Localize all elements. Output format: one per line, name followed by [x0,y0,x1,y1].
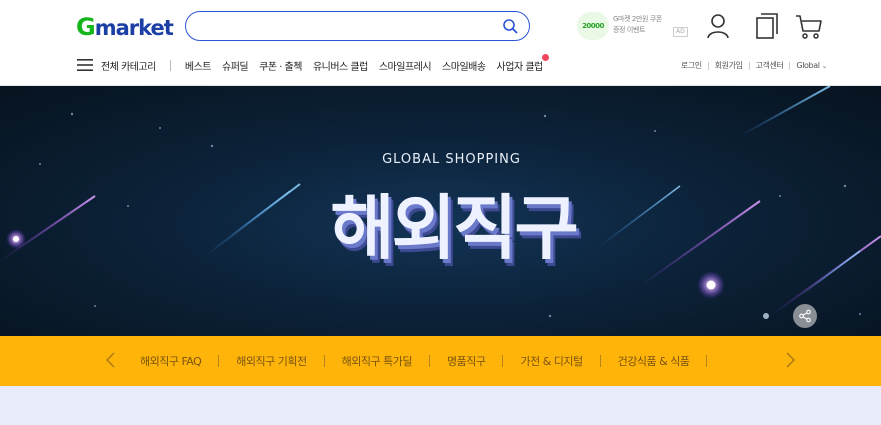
hamburger-menu-icon[interactable] [77,59,93,71]
login-link[interactable]: 로그인 [681,60,702,71]
coupon-badge: 20000 [577,12,609,40]
global-label: Global [796,61,820,70]
chevron-down-icon: ⌄ [821,62,828,70]
tab-special-deal[interactable]: 해외직구 특가딜 [342,353,413,369]
coupon-line-1: G마켓 2만원 쿠폰 [613,15,662,23]
coupon-line-2: 증정 이벤트 [613,26,646,34]
nav-item-coupon[interactable]: 쿠폰 · 출첵 [259,58,302,73]
gmarket-logo[interactable]: Gmarket [76,13,174,41]
tab-divider [599,355,601,367]
coupon-ad-banner[interactable]: 20000 G마켓 2만원 쿠폰 증정 이벤트 AD [577,11,688,41]
chevron-left-icon[interactable] [104,350,118,370]
all-categories-button[interactable]: 전체 카테고리 [101,58,156,73]
tab-divider [502,355,504,367]
coupon-text: G마켓 2만원 쿠폰 증정 이벤트 [613,14,677,36]
nav-item-smile-delivery[interactable]: 스마일배송 [442,58,486,73]
tab-divider [428,355,430,367]
nav-item-best[interactable]: 베스트 [185,58,212,73]
header: Gmarket 20000 G마켓 2만원 쿠폰 증정 이벤트 AD 전체 카테… [0,0,881,86]
util-divider [707,61,709,70]
ad-label: AD [673,27,688,37]
category-tab-bar: 해외직구 FAQ 해외직구 기획전 해외직구 특가딜 명품직구 가전 & 디지털… [0,336,881,386]
tab-divider [706,355,708,367]
search-input[interactable] [185,11,530,41]
utility-links: 로그인 회원가입 고객센터 Global ⌄ [681,60,828,71]
user-icon[interactable] [703,12,733,40]
category-tabs: 해외직구 FAQ 해외직구 기획전 해외직구 특가딜 명품직구 가전 & 디지털… [140,353,724,369]
nav-item-smile-fresh[interactable]: 스마일프레시 [379,58,432,73]
share-button[interactable] [793,304,817,328]
hero-title: 해외직구 [330,187,579,269]
tab-luxury[interactable]: 명품직구 [447,353,486,369]
logo-text: market [94,16,174,40]
util-divider [748,61,750,70]
hero-subtitle: GLOBAL SHOPPING [382,152,521,167]
tab-health-food[interactable]: 건강식품 & 식품 [618,353,690,369]
nav-item-superdeal[interactable]: 슈퍼딜 [222,58,249,73]
nav-item-business-club[interactable]: 사업자 클럽 [496,53,549,73]
hero-banner[interactable]: GLOBAL SHOPPING 해외직구 [0,86,881,336]
recent-icon[interactable] [752,12,782,40]
new-badge-dot [541,53,549,61]
search-icon[interactable] [502,18,518,34]
chevron-right-icon[interactable] [783,350,797,370]
logo-g: G [76,13,96,41]
cart-icon[interactable] [794,12,824,40]
nav-divider [169,59,171,71]
nav-item-universe-club[interactable]: 유니버스 클럽 [313,58,368,73]
content-area [0,386,881,425]
tab-divider [218,355,220,367]
global-link[interactable]: Global ⌄ [796,61,827,70]
nav-item-business-club-label: 사업자 클럽 [496,61,544,73]
tab-divider [323,355,325,367]
tab-faq[interactable]: 해외직구 FAQ [140,353,202,369]
customer-center-link[interactable]: 고객센터 [756,60,784,71]
share-icon [799,309,811,323]
tab-exhibition[interactable]: 해외직구 기획전 [236,353,307,369]
tab-electronics[interactable]: 가전 & 디지털 [520,353,583,369]
util-divider [789,61,791,70]
signup-link[interactable]: 회원가입 [715,60,743,71]
main-nav: 전체 카테고리 베스트 슈퍼딜 쿠폰 · 출첵 유니버스 클럽 스마일프레시 스… [77,53,554,73]
